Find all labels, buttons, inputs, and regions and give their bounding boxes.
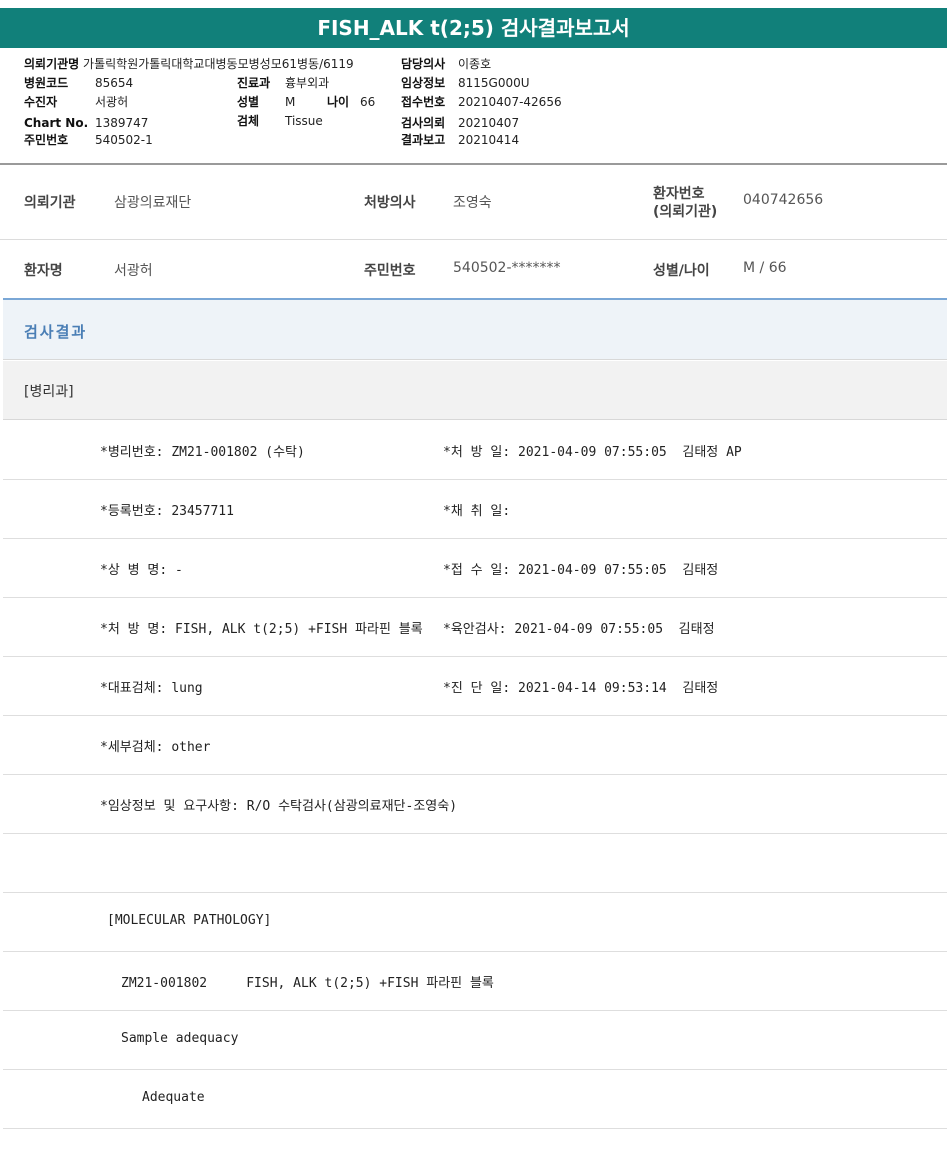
list-item: Sample adequacy	[3, 1011, 947, 1070]
table-row: *병리번호: ZM21-001802 (수탁) *처 방 일: 2021-04-…	[3, 421, 947, 480]
patient-name-value: 서광허	[114, 263, 153, 279]
list-item: ZM21-001802 FISH, ALK t(2;5) +FISH 파라핀 블…	[3, 952, 947, 1011]
header-department: 진료과 흉부외과	[237, 76, 330, 90]
table-row: *세부검체: other	[3, 716, 947, 775]
header-divider	[0, 163, 947, 165]
header-specimen: 검체 Tissue	[237, 114, 323, 128]
header-age: 나이 66	[327, 95, 376, 109]
header-rrn: 주민번호 540502-1	[24, 133, 153, 147]
institution-value: 삼광의료재단	[114, 195, 192, 211]
table-row	[3, 834, 947, 893]
sex-age-value: M / 66	[743, 260, 787, 276]
header-doctor: 담당의사 이종호	[401, 57, 492, 71]
doctor-label: 처방의사	[364, 195, 416, 211]
table-row: *임상정보 및 요구사항: R/O 수탁검사(삼광의료재단-조영숙)	[3, 775, 947, 834]
header-accession-no: 접수번호 20210407-42656	[401, 95, 562, 109]
report-title: FISH_ALK t(2;5) 검사결과보고서	[0, 8, 947, 48]
header-patient: 수진자 서광허	[24, 95, 129, 109]
info-row-institution: 의뢰기관 삼광의료재단 처방의사 조영숙 환자번호 (의뢰기관) 0407426…	[0, 166, 947, 240]
rrn-label: 주민번호	[364, 263, 416, 279]
institution-label: 의뢰기관	[24, 195, 76, 211]
doctor-value: 조영숙	[453, 195, 492, 211]
info-row-patient: 환자명 서광허 주민번호 540502-******* 성별/나이 M / 66	[0, 241, 947, 298]
header-report-date: 결과보고 20210414	[401, 133, 520, 147]
patient-no-label: 환자번호	[653, 186, 705, 202]
patient-no-value: 040742656	[743, 192, 824, 208]
sex-age-label: 성별/나이	[653, 263, 710, 279]
results-section-title: 검사결과	[24, 323, 88, 341]
table-row: *대표검체: lung *진 단 일: 2021-04-14 09:53:14 …	[3, 657, 947, 716]
header-institution: 의뢰기관명 가톨릭학원가톨릭대학교대병동모병성모61병동/6119	[24, 57, 354, 71]
table-row: *처 방 명: FISH, ALK t(2;5) +FISH 파라핀 블록 *육…	[3, 598, 947, 657]
results-section-header: 검사결과	[3, 300, 947, 360]
patient-no-sublabel: (의뢰기관)	[653, 204, 718, 220]
table-row: *등록번호: 23457711 *채 취 일:	[3, 480, 947, 539]
header-sex: 성별 M	[237, 95, 296, 109]
header-hospital-code: 병원코드 85654	[24, 76, 134, 90]
header-request-date: 검사의뢰 20210407	[401, 116, 520, 130]
header-clinical-info: 임상정보 8115G000U	[401, 76, 530, 90]
rrn-value: 540502-*******	[453, 260, 561, 276]
pathology-subtitle: [병리과]	[24, 384, 74, 400]
header-chart-no: Chart No. 1389747	[24, 116, 149, 130]
patient-name-label: 환자명	[24, 263, 63, 279]
list-item: Adequate	[3, 1070, 947, 1129]
list-item: [MOLECULAR PATHOLOGY]	[3, 893, 947, 952]
table-row: *상 병 명: - *접 수 일: 2021-04-09 07:55:05 김태…	[3, 539, 947, 598]
pathology-subheader: [병리과]	[3, 361, 947, 420]
